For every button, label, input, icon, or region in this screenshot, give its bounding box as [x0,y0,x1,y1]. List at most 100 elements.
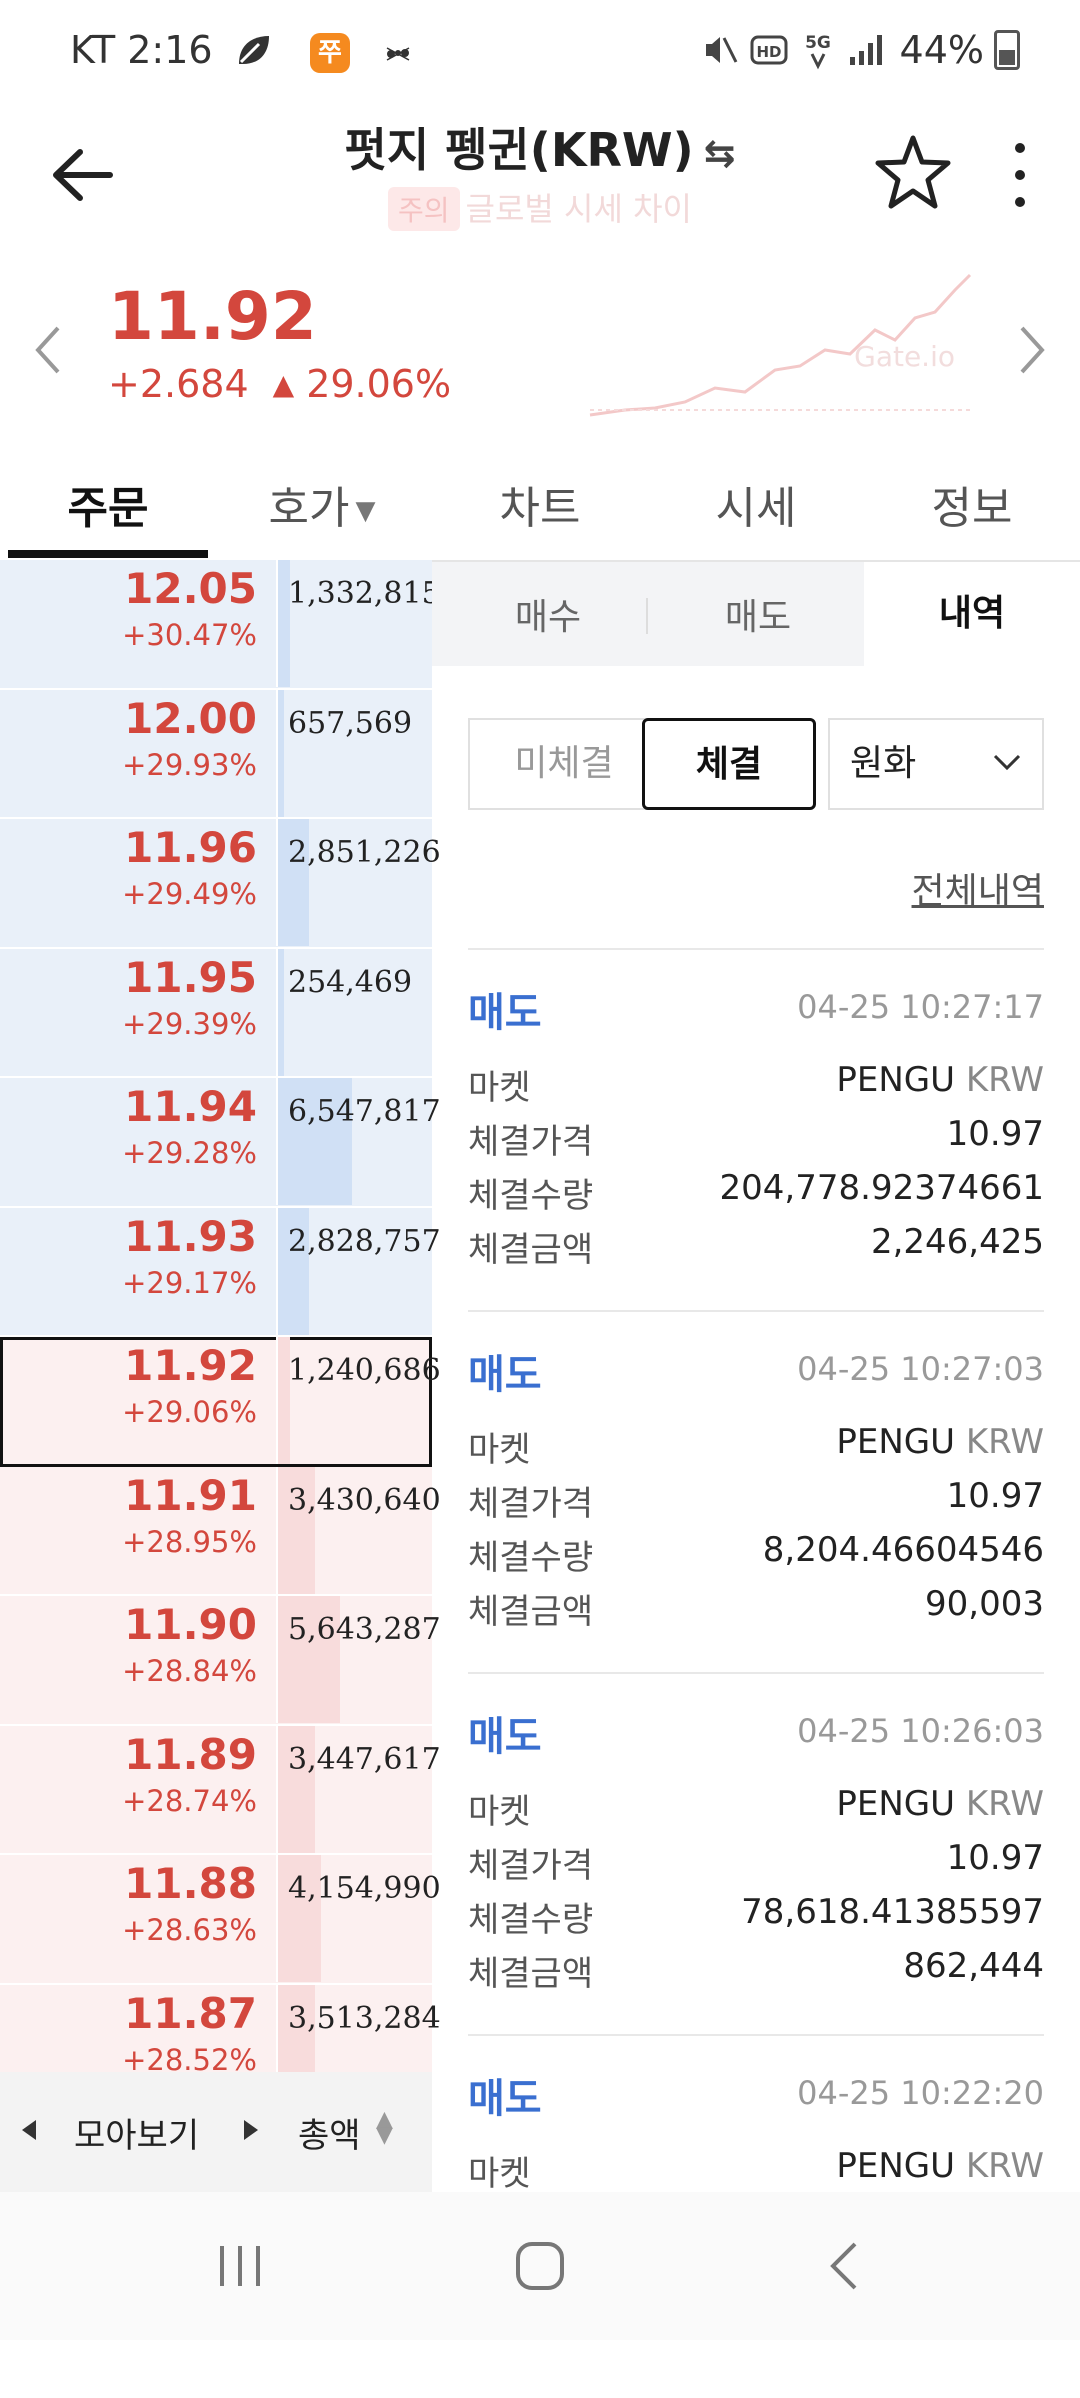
currency-select[interactable]: 원화 [828,718,1044,810]
trade-quantity: 204,778.92374661 [719,1168,1044,1208]
trade-price: 10.97 [946,1838,1044,1878]
orderbook-percent: +28.63% [122,1913,257,1947]
orderbook-row[interactable]: 11.88 +28.63% 4,154,990 [0,1855,441,1985]
market-value: PENGU KRW [836,1422,1044,1462]
orderbook-percent: +29.39% [122,1006,257,1041]
orderbook-quantity: 3,513,284 [288,2000,441,2036]
tab-info[interactable]: 정보 [872,472,1072,536]
market-quote: KRW [965,1784,1044,1824]
trade-side: 매도 [468,2076,542,2122]
prev-market-icon[interactable] [28,320,68,380]
sort-icon[interactable]: ▲ ▼ [376,2109,393,2147]
trade-time: 04-25 10:27:03 [797,1350,1044,1388]
market-label: 마켓 [468,1068,531,1108]
orderbook-row[interactable]: 11.94 +29.28% 6,547,817 [0,1078,441,1208]
app-notification-icon: 쭈 [310,33,350,73]
orderbook-divider [276,689,278,817]
subtab-history[interactable]: 내역 [864,562,1080,666]
tab-quote[interactable]: 시세 [656,472,856,536]
change-percent: 29.06% [306,362,452,406]
orderbook-quantity: 1,240,686 [288,1353,441,1388]
orderbook-row[interactable]: 11.93 +29.17% 2,828,757 [0,1207,441,1337]
all-history-link[interactable]: 전체내역 [912,862,1044,914]
market-quote: KRW [965,2146,1044,2186]
subtab-buy[interactable]: 매수 [448,588,648,640]
tab-orderbook[interactable]: 호가 ▼ [222,472,422,536]
orderbook-row[interactable]: 12.05 +30.47% 1,332,815 [0,560,441,690]
order-subtabs: 매수 매도 내역 [432,562,1080,666]
exchange-watermark: Gate.io [854,340,955,373]
back-nav-icon[interactable] [815,2236,875,2296]
amount-label: 체결금액 [468,1954,594,1994]
orderbook-percent: +30.47% [122,618,257,652]
mute-icon [705,37,737,63]
orderbook-percent: +28.95% [122,1524,257,1559]
trade-amount: 90,003 [925,1584,1044,1624]
orderbook-row[interactable]: 11.95 +29.39% 254,469 [0,948,432,1078]
filter-filled[interactable]: 체결 [642,718,816,810]
trade-time: 04-25 10:26:03 [797,1712,1044,1750]
orderbook-percent: +29.49% [122,877,257,911]
market-base: PENGU [836,2146,956,2186]
app-header: 펏지 펭귄(KRW) ⇆ 주의 글로벌 시세 차이 [0,100,1080,250]
home-icon[interactable] [510,2236,570,2296]
tab-order[interactable]: 주문 [8,472,208,536]
orderbook-footer: 모아보기 총액 ▲ ▼ [0,2072,432,2192]
trade-item[interactable]: 매도 04-25 10:27:17 마켓 PENGU KRW 체결가격 10.97 체결수량… [468,948,1044,1312]
orderbook-quantity: 1,332,815 [288,576,441,611]
orderbook-percent: +29.28% [122,1136,257,1170]
trade-side: 매도 [468,1352,542,1398]
market-value: PENGU KRW [836,2146,1044,2186]
market-base: PENGU [836,1784,956,1824]
next-group-icon[interactable] [244,2120,258,2140]
market-base: PENGU [836,1422,956,1462]
orderbook-row[interactable]: 11.96 +29.49% 2,851,226 [0,819,441,949]
trade-amount: 862,444 [903,1946,1044,1986]
carrier-time: KT 2:16 [70,28,213,72]
trade-item[interactable]: 매도 04-25 10:26:03 마켓 PENGU KRW 체결가격 10.97 체결수량… [468,1672,1044,2036]
orderbook-row[interactable]: 11.91 +28.95% 3,430,640 [0,1466,441,1596]
tab-chart[interactable]: 차트 [440,472,640,536]
orderbook-quantity: 2,828,757 [288,1223,441,1259]
tab-order-label: 주문 [67,483,149,534]
market-value: PENGU KRW [836,1060,1044,1100]
market-label: 마켓 [468,2154,531,2194]
market-quote: KRW [965,1060,1044,1100]
orderbook-percent: +28.84% [122,1654,257,1688]
tab-info-label: 정보 [931,483,1013,534]
swap-icon[interactable]: ⇆ [704,131,736,175]
orderbook-divider [276,1207,278,1335]
orderbook-row[interactable]: 11.89 +28.74% 3,447,617 [0,1725,441,1855]
recent-apps-icon[interactable] [210,2236,270,2296]
leaf-icon [238,36,269,64]
orderbook-row[interactable]: 12.00 +29.93% 657,569 [0,689,432,819]
group-view-button[interactable]: 모아보기 [74,2108,199,2157]
battery-icon [994,30,1020,70]
price-summary: 11.92 +2.684 ▲ 29.06% Gate.io [0,250,1080,450]
orderbook-price: 11.90 [124,1600,257,1649]
orderbook-row[interactable]: 11.90 +28.84% 5,643,287 [0,1596,441,1726]
orderbook-price: 12.00 [124,693,257,743]
filter-pending[interactable]: 미체결 [468,718,658,810]
status-right: HD 5G 44% [702,28,1020,72]
trade-item[interactable]: 매도 04-25 10:27:03 마켓 PENGU KRW 체결가격 10.97 체결수량… [468,1310,1044,1674]
orderbook-divider [276,560,278,687]
main-tabs: 주문 호가 ▼ 차트 시세 정보 [0,450,1080,562]
caret-down-icon: ▼ [355,496,376,526]
prev-group-icon[interactable] [22,2120,36,2140]
trade-side: 매도 [468,1714,542,1760]
orderbook-row-current[interactable]: 11.92 +29.06% 1,240,686 [0,1337,441,1467]
next-market-icon[interactable] [1012,320,1052,380]
subtab-sell[interactable]: 매도 [658,588,858,640]
orderbook-quantity: 4,154,990 [288,1871,441,1906]
system-nav-bar [0,2192,1080,2340]
orderbook-price: 11.94 [124,1082,257,1131]
favorite-star-icon[interactable] [870,130,956,216]
market-label: 마켓 [468,1792,531,1832]
orderbook-price: 11.91 [124,1470,257,1520]
total-toggle[interactable]: 총액 [298,2108,361,2157]
price-change: +2.684 ▲ 29.06% [108,362,451,406]
up-triangle-icon: ▲ [272,367,295,401]
more-options-icon[interactable] [990,130,1050,220]
orderbook-percent: +29.06% [122,1395,257,1429]
